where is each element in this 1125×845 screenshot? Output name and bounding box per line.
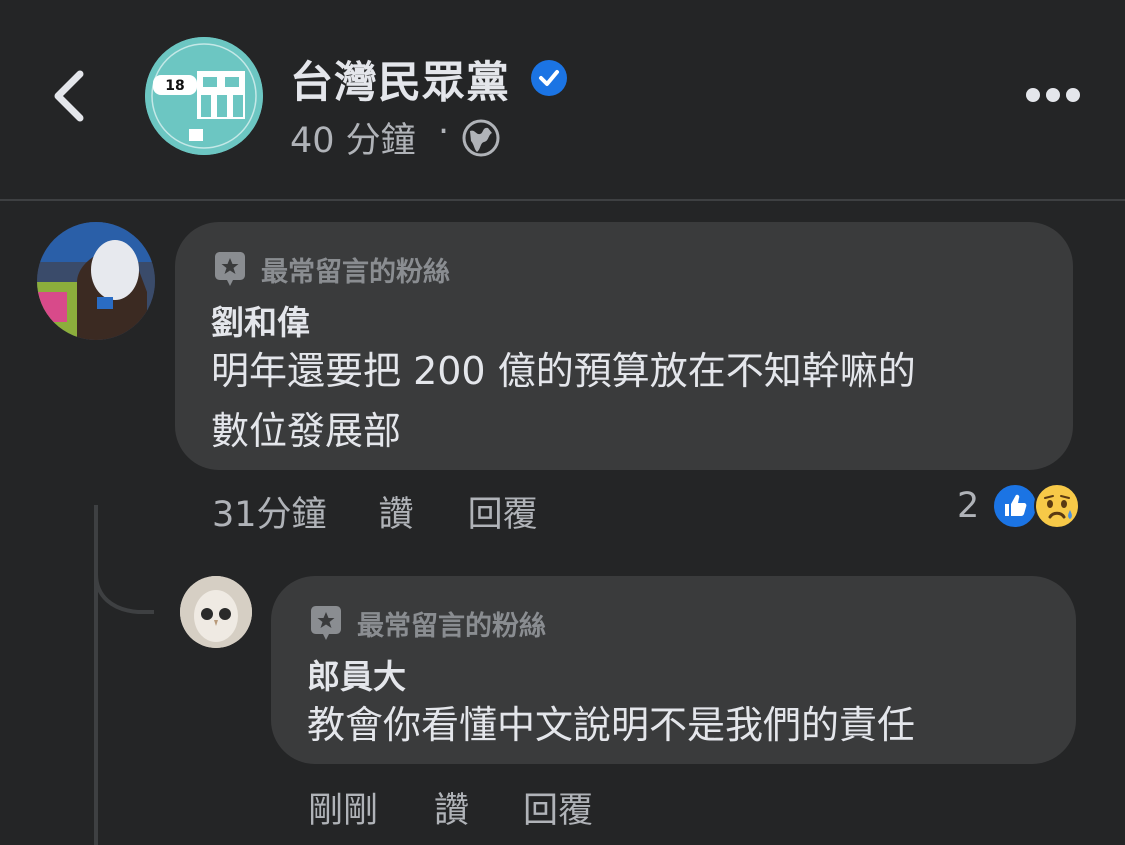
reaction-summary[interactable]: 2 — [957, 482, 1081, 530]
reply-thread-line — [94, 505, 98, 845]
party-logo-icon: 18 — [145, 37, 263, 155]
comment-author[interactable]: 劉和偉 — [211, 296, 310, 344]
back-button[interactable] — [40, 58, 100, 134]
chevron-left-icon — [54, 70, 84, 122]
page-name[interactable]: 台灣民眾黨 — [290, 48, 510, 110]
owl-photo-icon — [180, 576, 252, 648]
post-time[interactable]: 40 分鐘 — [290, 112, 416, 163]
verified-badge-icon — [531, 60, 567, 96]
sad-reaction-icon — [1034, 483, 1081, 529]
user-photo-icon — [37, 222, 155, 340]
page-avatar[interactable]: 18 — [145, 37, 263, 155]
top-fan-badge-icon — [215, 251, 245, 286]
reply-connector-curve — [94, 560, 154, 614]
badge-label: 最常留言的粉絲 — [261, 257, 450, 288]
like-button[interactable]: 讚 — [379, 486, 414, 537]
comment-text-line: 明年還要把 200 億的預算放在不知幹嘛的 — [211, 349, 916, 393]
globe-icon — [462, 119, 500, 157]
reply-button[interactable]: 回覆 — [523, 782, 593, 833]
comment-time[interactable]: 31分鐘 — [212, 486, 327, 537]
reply-actions: 剛剛 讚 回覆 — [308, 782, 593, 833]
meta-separator: · — [438, 112, 450, 152]
comment-actions: 31分鐘 讚 回覆 — [212, 486, 538, 537]
top-fan-badge: 最常留言的粉絲 — [307, 604, 546, 643]
avatar-badge-text: 18 — [165, 78, 184, 94]
top-fan-badge-icon — [311, 605, 341, 640]
reply-author[interactable]: 郎員大 — [307, 650, 406, 698]
comment-text-line: 數位發展部 — [211, 409, 402, 453]
post-header: 18 台灣民眾黨 40 分鐘 · — [0, 0, 1125, 200]
reaction-count: 2 — [957, 486, 980, 526]
badge-label: 最常留言的粉絲 — [357, 611, 546, 642]
facebook-comments-screen: 18 台灣民眾黨 40 分鐘 · 最常留言的粉絲 劉和偉 明年還要把 200 億… — [0, 0, 1125, 845]
replier-avatar[interactable] — [180, 576, 252, 648]
top-fan-badge: 最常留言的粉絲 — [211, 250, 450, 289]
reply-bubble[interactable]: 最常留言的粉絲 郎員大 教會你看懂中文說明不是我們的責任 — [271, 576, 1076, 764]
reply-text: 教會你看懂中文說明不是我們的責任 — [307, 703, 916, 747]
more-options-button[interactable] — [1024, 80, 1082, 110]
like-reaction-icon — [992, 483, 1039, 529]
comment-bubble[interactable]: 最常留言的粉絲 劉和偉 明年還要把 200 億的預算放在不知幹嘛的 數位發展部 — [175, 222, 1073, 470]
reply-button[interactable]: 回覆 — [468, 486, 538, 537]
like-button[interactable]: 讚 — [434, 782, 469, 833]
header-divider — [0, 199, 1125, 201]
commenter-avatar[interactable] — [37, 222, 155, 340]
reply-time[interactable]: 剛剛 — [308, 782, 378, 833]
